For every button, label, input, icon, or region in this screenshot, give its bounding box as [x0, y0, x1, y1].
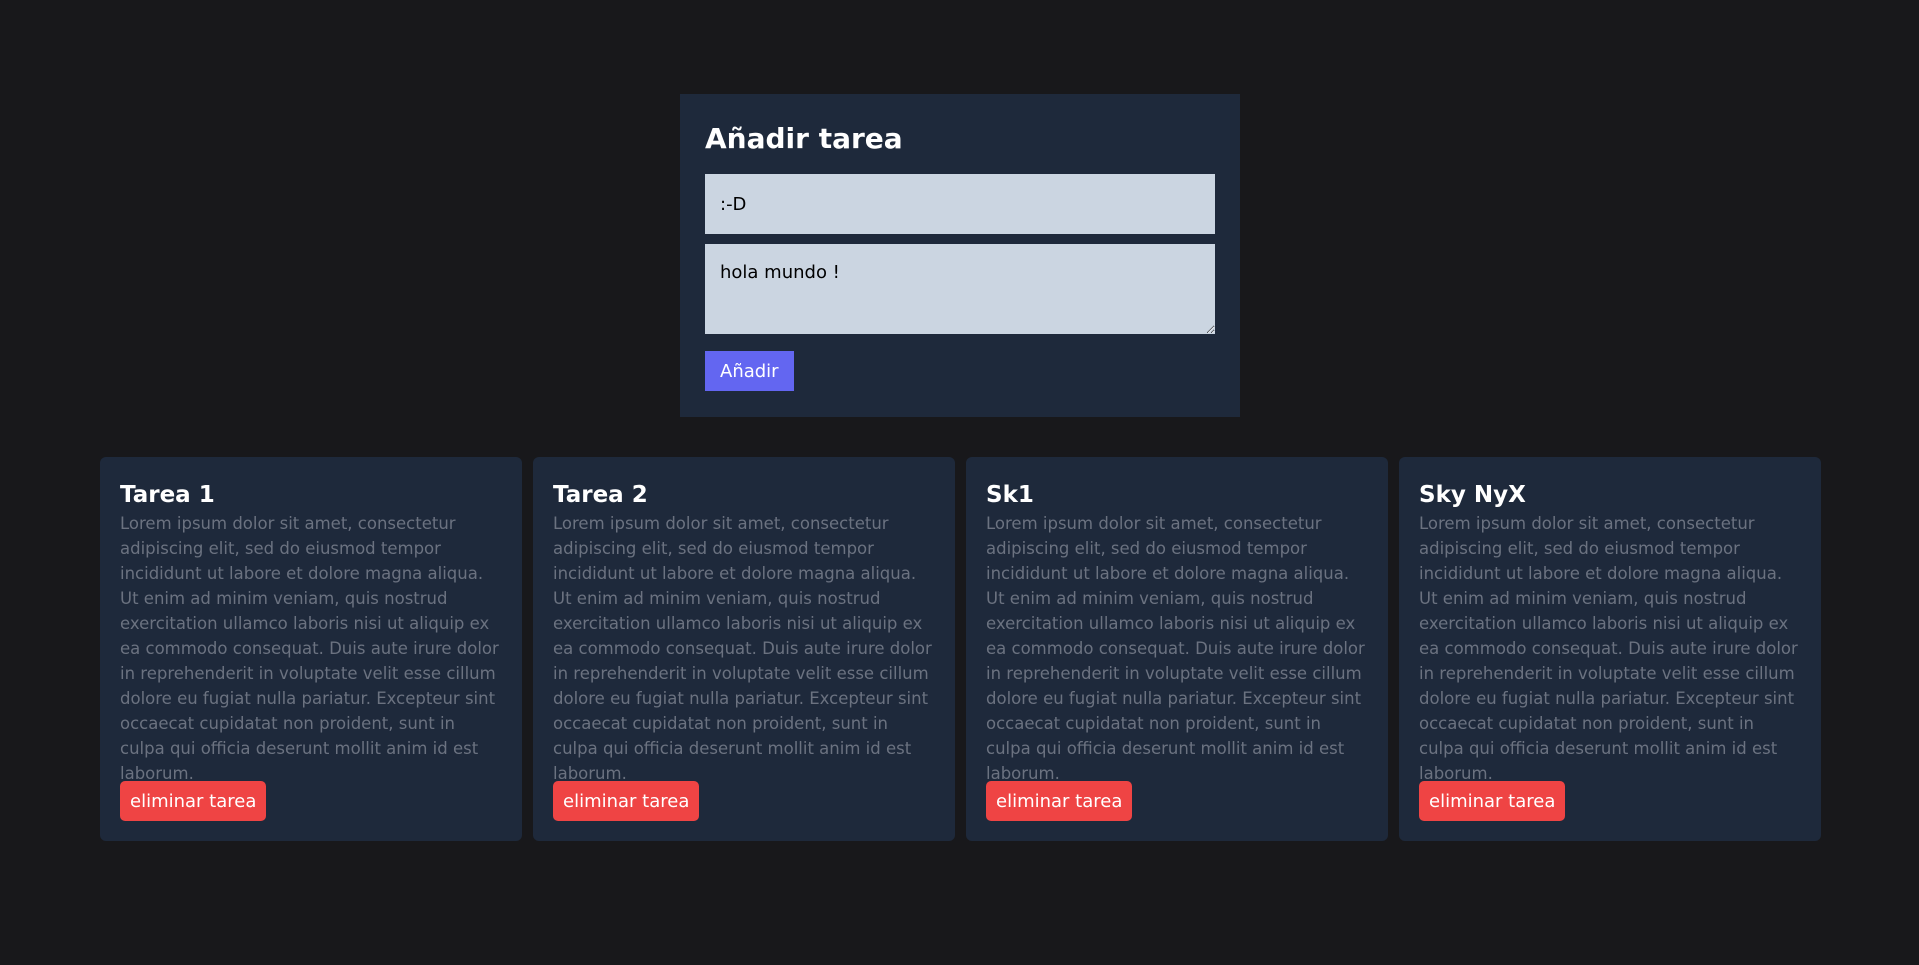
task-description: Lorem ipsum dolor sit amet, consectetur … [120, 514, 499, 783]
delete-task-button[interactable]: eliminar tarea [120, 781, 267, 821]
delete-task-button[interactable]: eliminar tarea [553, 781, 700, 821]
task-description: Lorem ipsum dolor sit amet, consectetur … [553, 514, 932, 783]
task-card: Tarea 1 Lorem ipsum dolor sit amet, cons… [100, 457, 522, 841]
task-title: Sky NyX [1419, 482, 1526, 508]
task-card: Sky NyX Lorem ipsum dolor sit amet, cons… [1399, 457, 1821, 841]
task-title: Tarea 1 [120, 482, 215, 508]
task-description-input[interactable]: hola mundo ! [705, 244, 1215, 334]
task-title: Sk1 [986, 482, 1034, 508]
task-title-input[interactable] [705, 174, 1215, 234]
add-task-button[interactable]: Añadir [705, 351, 794, 391]
task-card: Tarea 2 Lorem ipsum dolor sit amet, cons… [533, 457, 955, 841]
task-description: Lorem ipsum dolor sit amet, consectetur … [986, 514, 1365, 783]
delete-task-button[interactable]: eliminar tarea [1419, 781, 1566, 821]
task-card: Sk1 Lorem ipsum dolor sit amet, consecte… [966, 457, 1388, 841]
add-task-form: Añadir tarea hola mundo ! Añadir [680, 94, 1240, 417]
form-title: Añadir tarea [705, 122, 903, 155]
task-title: Tarea 2 [553, 482, 648, 508]
delete-task-button[interactable]: eliminar tarea [986, 781, 1133, 821]
task-list: Tarea 1 Lorem ipsum dolor sit amet, cons… [100, 457, 1821, 841]
task-description: Lorem ipsum dolor sit amet, consectetur … [1419, 514, 1798, 783]
